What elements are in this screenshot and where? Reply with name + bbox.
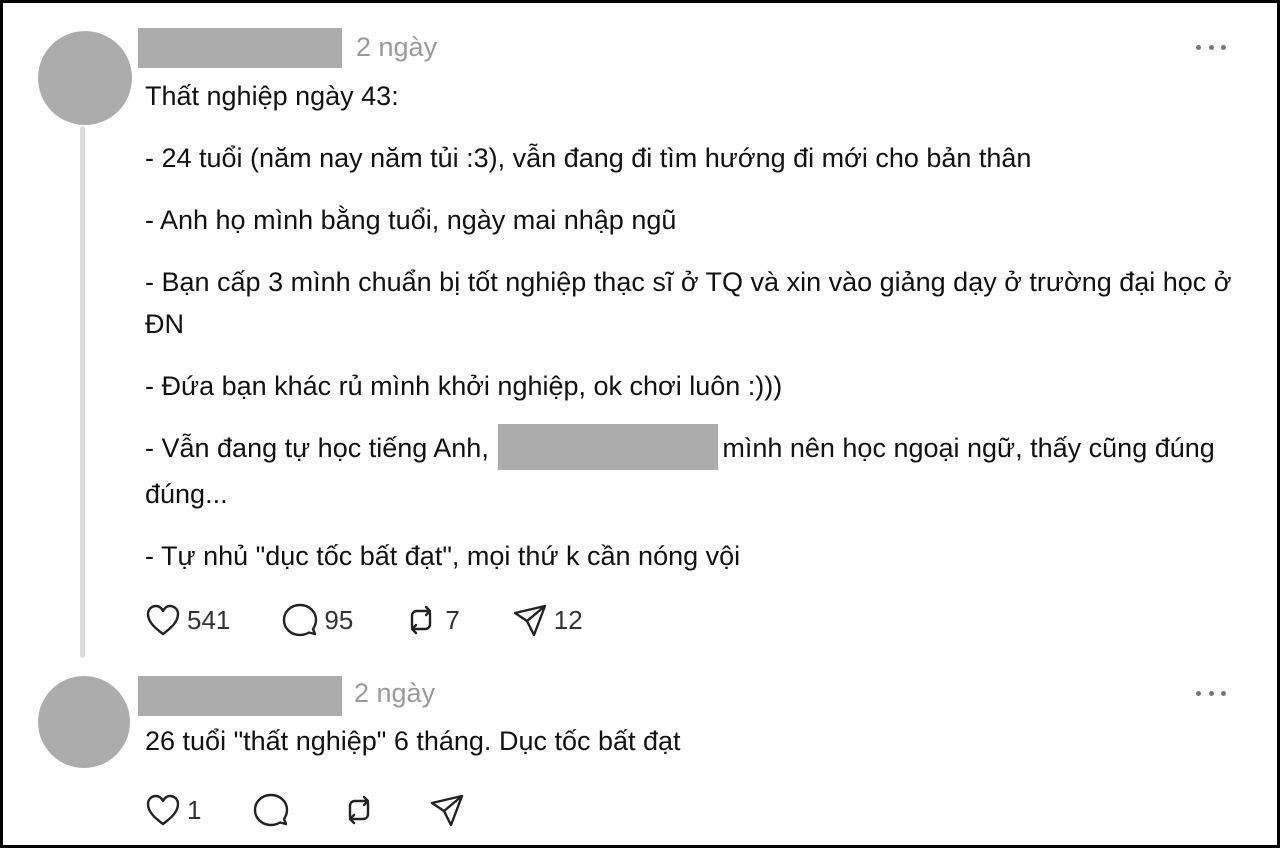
post-actions: 1 <box>145 790 465 830</box>
username-redacted[interactable] <box>138 28 342 68</box>
repost-button[interactable]: 7 <box>403 602 460 638</box>
heart-icon <box>146 794 180 826</box>
more-options-icon[interactable] <box>1196 688 1226 698</box>
repost-icon <box>411 605 432 635</box>
comment-icon <box>254 793 289 827</box>
thread-line <box>80 126 85 658</box>
comment-button[interactable] <box>253 792 289 828</box>
post-body: 26 tuổi "thất nghiệp" 6 tháng. Dục tốc b… <box>145 720 1245 762</box>
post-body: Thất nghiệp ngày 43: - 24 tuổi (năm nay … <box>145 75 1245 577</box>
share-button[interactable]: 12 <box>512 602 583 638</box>
post-line: Thất nghiệp ngày 43: <box>145 81 399 111</box>
comment-icon <box>283 603 318 637</box>
heart-icon <box>146 604 180 636</box>
post-line: - 24 tuổi (năm nay năm tủi :3), vẫn đang… <box>145 143 1032 173</box>
repost-icon <box>349 795 370 825</box>
repost-button[interactable] <box>341 792 377 828</box>
comment-count: 95 <box>324 604 354 635</box>
share-icon <box>513 604 546 637</box>
redacted-text <box>498 424 719 470</box>
post-line: - Tự nhủ "dục tốc bất đạt", mọi thứ k cầ… <box>145 541 741 571</box>
avatar[interactable] <box>38 676 130 768</box>
post-time: 2 ngày <box>356 32 438 62</box>
like-button[interactable]: 1 <box>145 793 201 827</box>
post-line-part: - Vẫn đang tự học tiếng Anh, <box>145 433 489 464</box>
like-count: 1 <box>187 794 202 825</box>
post-time: 2 ngày <box>354 678 436 708</box>
more-options-icon[interactable] <box>1196 42 1226 52</box>
post-actions: 541 95 7 12 <box>145 600 583 640</box>
share-icon <box>431 794 464 827</box>
like-button[interactable]: 541 <box>145 603 230 637</box>
repost-count: 7 <box>445 604 460 635</box>
like-count: 541 <box>187 604 231 635</box>
username-redacted[interactable] <box>138 676 342 716</box>
share-button[interactable] <box>429 792 465 828</box>
post-line: - Vẫn đang tự học tiếng Anh, mình nên họ… <box>145 424 1245 515</box>
post-line: - Đứa bạn khác rủ mình khởi nghiệp, ok c… <box>145 371 783 401</box>
post-line: 26 tuổi "thất nghiệp" 6 tháng. Dục tốc b… <box>145 726 681 756</box>
post-line: - Bạn cấp 3 mình chuẩn bị tốt nghiệp thạ… <box>145 267 1232 339</box>
post-line: - Anh họ mình bằng tuổi, ngày mai nhập n… <box>145 205 677 235</box>
avatar[interactable] <box>38 31 132 125</box>
share-count: 12 <box>553 604 583 635</box>
comment-button[interactable]: 95 <box>282 602 353 638</box>
